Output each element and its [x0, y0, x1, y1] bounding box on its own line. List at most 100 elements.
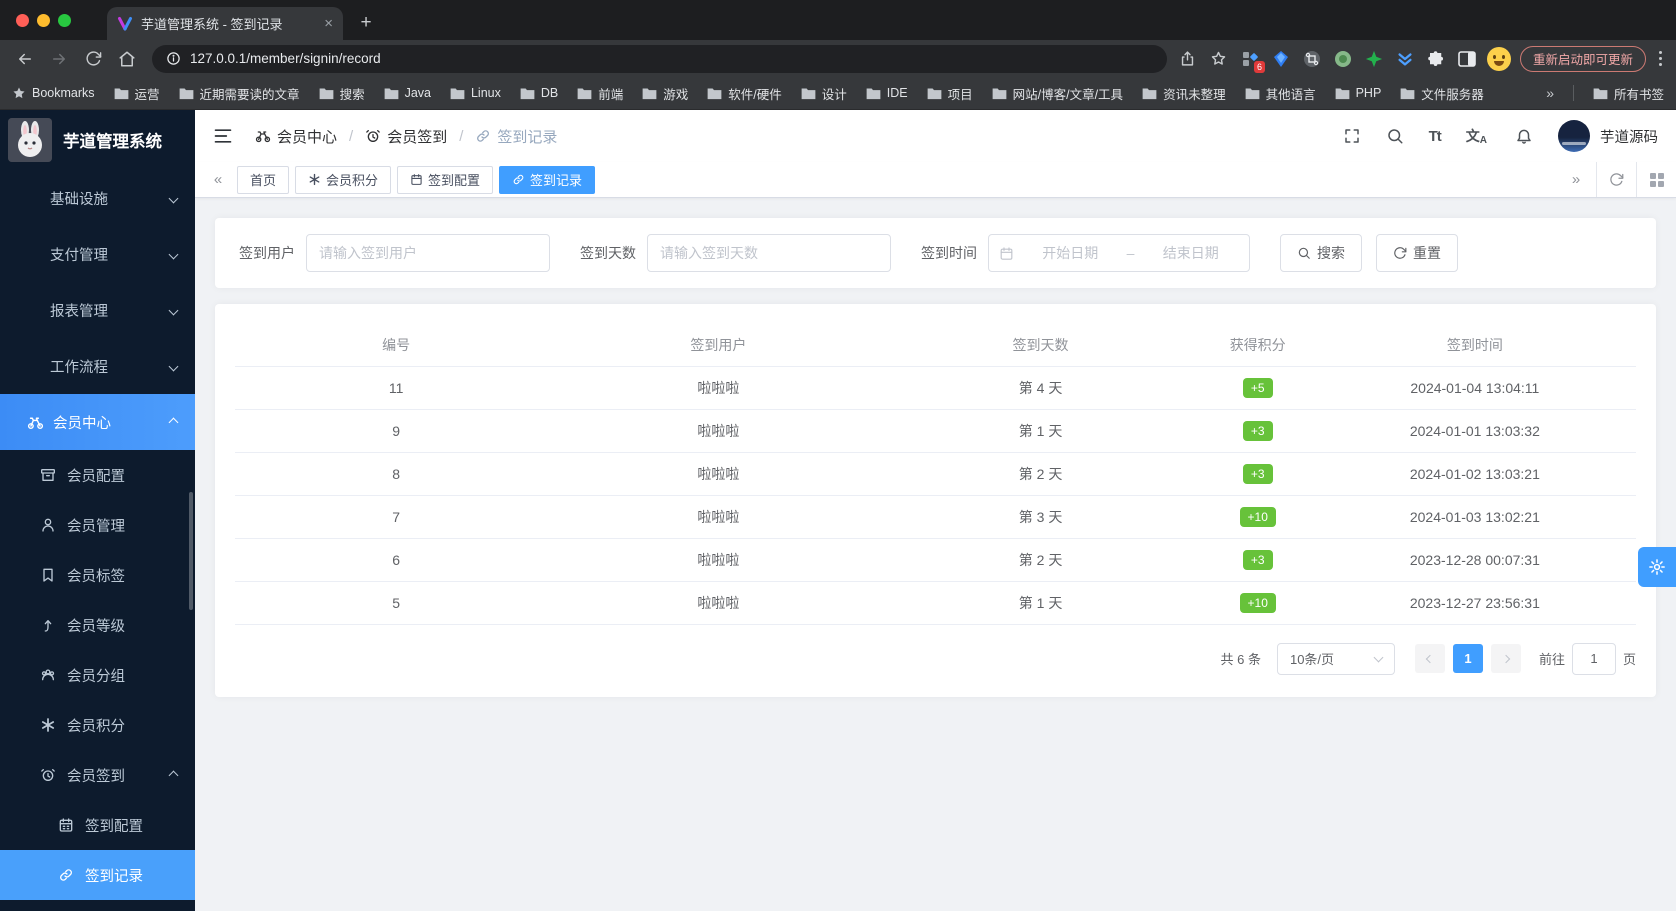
tags-scroll-right-icon[interactable]: »	[1556, 162, 1596, 197]
search-filter-card: 签到用户 签到天数 签到时间 开始日期 – 结束日期 搜索	[215, 218, 1656, 288]
bookmark-folder[interactable]: 资讯未整理	[1142, 84, 1226, 103]
sidebar-item-member-group[interactable]: 会员分组	[0, 650, 195, 700]
breadcrumb-signin-record: 签到记录	[475, 126, 557, 147]
page-size-select[interactable]: 10条/页	[1276, 642, 1395, 675]
user-avatar[interactable]	[1558, 120, 1590, 152]
bookmark-folder[interactable]: 文件服务器	[1400, 84, 1484, 103]
tab-signin-record[interactable]: 签到记录	[499, 165, 596, 194]
back-icon[interactable]	[10, 44, 40, 74]
window-minimize-button[interactable]	[37, 13, 50, 27]
tab-signin-config[interactable]: 签到配置	[397, 165, 494, 194]
sidebar-item-signin-record[interactable]: 签到记录	[0, 850, 195, 900]
puzzle-extensions-icon[interactable]	[1425, 48, 1447, 70]
font-size-icon[interactable]: Tt	[1429, 128, 1442, 145]
tags-list: 首页 会员积分 签到配置 签到记录	[237, 165, 596, 194]
search-button[interactable]: 搜索	[1280, 234, 1362, 272]
bookmark-folder[interactable]: 项目	[927, 84, 973, 103]
sidebar-item-workflow[interactable]: 工作流程	[0, 338, 195, 394]
bookmark-folder[interactable]: IDE	[866, 86, 908, 100]
bookmark-folder[interactable]: 其他语言	[1245, 84, 1316, 103]
signin-days-input[interactable]	[647, 234, 891, 272]
bookmark-folder[interactable]: 设计	[801, 84, 847, 103]
reset-button[interactable]: 重置	[1376, 234, 1458, 272]
bookmark-star-icon[interactable]	[1208, 48, 1230, 70]
next-page-button[interactable]	[1490, 644, 1521, 673]
new-tab-button[interactable]: +	[351, 8, 381, 38]
search-icon[interactable]	[1386, 127, 1404, 145]
points-badge: +10	[1239, 506, 1276, 527]
app-header: 会员中心 / 会员签到 / 签到记录 Tt 文A 芋道源码	[195, 110, 1676, 162]
sidebar-item-member-points[interactable]: 会员积分	[0, 700, 195, 750]
bookmarks-overflow-icon[interactable]: »	[1546, 85, 1554, 101]
bookmark-folder[interactable]: Linux	[450, 86, 501, 100]
level-up-icon	[44, 620, 52, 632]
chrome-update-button[interactable]: 重新启动即可更新	[1519, 45, 1646, 72]
tags-scroll-left-icon[interactable]: «	[203, 171, 233, 188]
chevron-up-icon	[168, 417, 179, 427]
username[interactable]: 芋道源码	[1600, 126, 1658, 147]
sidebar-item-member-config[interactable]: 会员配置	[0, 450, 195, 500]
sidebar-item-infrastructure[interactable]: 基础设施	[0, 170, 195, 226]
layout-grid-icon[interactable]	[1636, 162, 1676, 197]
green-dot-extension-icon[interactable]	[1332, 48, 1354, 70]
app-logo	[8, 118, 52, 162]
signin-days-label: 签到天数	[580, 245, 636, 261]
bookmark-folder[interactable]: PHP	[1335, 86, 1381, 100]
theme-settings-button[interactable]	[1638, 547, 1676, 587]
hamburger-menu-icon[interactable]	[213, 126, 233, 146]
window-zoom-button[interactable]	[58, 13, 71, 27]
refresh-page-icon[interactable]	[1596, 162, 1636, 197]
double-chevron-extension-icon[interactable]	[1394, 48, 1416, 70]
language-icon[interactable]: 文A	[1466, 126, 1490, 146]
bookmark-folder[interactable]: 网站/博客/文章/工具	[992, 84, 1123, 103]
bookmark-folder[interactable]: Java	[384, 86, 431, 100]
notification-bell-icon[interactable]	[1515, 127, 1533, 145]
bookmark-folder[interactable]: 前端	[577, 84, 623, 103]
bookmark-folder[interactable]: 软件/硬件	[707, 84, 782, 103]
search-icon	[1298, 247, 1310, 259]
fullscreen-icon[interactable]	[1343, 127, 1361, 145]
sidebar-item-member-tag[interactable]: 会员标签	[0, 550, 195, 600]
breadcrumb-member-center[interactable]: 会员中心	[255, 126, 337, 147]
signin-time-range-picker[interactable]: 开始日期 – 结束日期	[988, 234, 1250, 272]
kite-extension-icon[interactable]	[1270, 48, 1292, 70]
prev-page-button[interactable]	[1414, 644, 1445, 673]
sidebar-item-member-manage[interactable]: 会员管理	[0, 500, 195, 550]
green-star-extension-icon[interactable]	[1363, 48, 1385, 70]
bookmark-folder[interactable]: 近期需要读的文章	[179, 84, 300, 103]
sidebar-item-report[interactable]: 报表管理	[0, 282, 195, 338]
bookmarks-root[interactable]: Bookmarks	[12, 86, 95, 100]
sidebar-scrollbar[interactable]	[189, 492, 193, 610]
app-logo-row[interactable]: 芋道管理系统	[0, 110, 195, 170]
sidebar-item-member-signin[interactable]: 会员签到	[0, 750, 195, 800]
bookmark-folder[interactable]: 搜索	[319, 84, 365, 103]
browser-tab[interactable]: 芋道管理系统 - 签到记录 ×	[107, 7, 343, 40]
profile-avatar[interactable]	[1486, 46, 1511, 71]
all-bookmarks[interactable]: 所有书签	[1593, 84, 1664, 103]
sidebar-item-signin-config[interactable]: 签到配置	[0, 800, 195, 850]
sidebar-item-payment[interactable]: 支付管理	[0, 226, 195, 282]
split-screen-icon[interactable]	[1456, 48, 1478, 70]
signin-user-input[interactable]	[306, 234, 550, 272]
reload-icon[interactable]	[78, 44, 108, 74]
sidebar-item-member-level[interactable]: 会员等级	[0, 600, 195, 650]
tab-close-icon[interactable]: ×	[324, 15, 333, 32]
points-badge: +10	[1239, 592, 1276, 613]
sidebar-item-member-center[interactable]: 会员中心	[0, 394, 195, 450]
command-extension-icon[interactable]	[1301, 48, 1323, 70]
browser-menu-icon[interactable]	[1655, 51, 1666, 66]
extension-grid-icon[interactable]: 6	[1239, 48, 1265, 73]
bookmark-folder[interactable]: 运营	[114, 84, 160, 103]
bookmark-folder[interactable]: 游戏	[642, 84, 688, 103]
window-close-button[interactable]	[16, 13, 29, 27]
current-page[interactable]: 1	[1452, 644, 1483, 673]
share-icon[interactable]	[1177, 48, 1199, 70]
home-icon[interactable]	[112, 44, 142, 74]
forward-icon[interactable]	[44, 44, 74, 74]
tab-home[interactable]: 首页	[237, 165, 290, 194]
breadcrumb-member-signin[interactable]: 会员签到	[365, 126, 447, 147]
url-bar[interactable]: 127.0.0.1/member/signin/record	[152, 44, 1167, 73]
bookmark-folder[interactable]: DB	[520, 86, 558, 100]
tab-member-points[interactable]: 会员积分	[295, 165, 392, 194]
goto-page-input[interactable]	[1571, 642, 1616, 675]
